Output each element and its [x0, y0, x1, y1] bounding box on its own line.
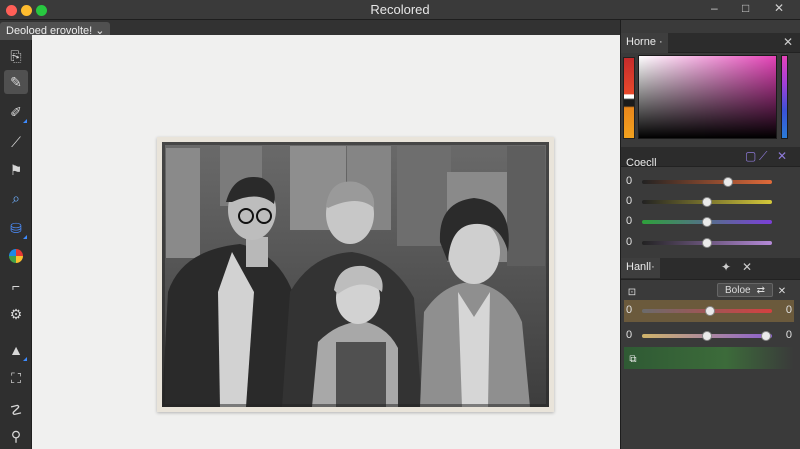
crop-icon[interactable]: ⌐: [4, 274, 28, 298]
channel-slider-knob[interactable]: [702, 217, 712, 227]
photo-image: [157, 137, 554, 412]
close-icon[interactable]: ✕: [783, 35, 793, 49]
close-icon[interactable]: ✕: [777, 149, 787, 163]
mode-button[interactable]: Boloe ⇄: [717, 283, 773, 297]
hsl-slider-0[interactable]: 00: [622, 304, 792, 318]
hsl-slider-knob[interactable]: [702, 331, 712, 341]
channel-slider-0[interactable]: 0: [622, 175, 792, 189]
lock-icon[interactable]: ⊡: [625, 285, 639, 299]
channel-slider-track[interactable]: [642, 197, 772, 207]
transform-icon[interactable]: ⛶: [4, 366, 28, 390]
swap-icon: ⇄: [756, 284, 765, 296]
close-icon[interactable]: ✕: [774, 1, 784, 15]
submenu-indicator: [23, 235, 27, 239]
hsl-slider-value-right: 0: [785, 304, 792, 316]
hsl-panel-header: Hanll· ✦ ✕: [621, 258, 800, 280]
bucket-glyph: ⛁: [10, 219, 22, 236]
new-channel-icon[interactable]: ▢: [745, 149, 756, 163]
maximize-icon[interactable]: □: [742, 1, 749, 15]
gradient-ramp: [624, 347, 794, 369]
color-wheel-icon[interactable]: [4, 244, 28, 268]
close-icon[interactable]: ✕: [742, 260, 752, 274]
channel-slider-1[interactable]: 0: [622, 195, 792, 209]
hsl-slider-value-right: 0: [785, 329, 792, 341]
channels-panel-title: Coecll: [626, 157, 657, 169]
magnify-icon[interactable]: ⌕: [4, 186, 28, 210]
channel-slider-knob[interactable]: [702, 197, 712, 207]
title-bar: Recolored – □ ✕: [0, 0, 800, 20]
channel-slider-track[interactable]: [642, 238, 772, 248]
channel-slider-value: 0: [626, 215, 633, 227]
hsl-slider-1[interactable]: 00: [622, 329, 792, 343]
flag-icon[interactable]: ⚑: [4, 158, 28, 182]
mode-button-label: Boloe: [725, 284, 751, 296]
eraser-glyph: ✐: [10, 103, 22, 120]
hsl-slider-value: 0: [626, 304, 633, 316]
zoom-icon[interactable]: ⚲: [4, 424, 28, 448]
color-picker-square[interactable]: [638, 55, 777, 139]
hsl-slider-knob-2[interactable]: [760, 331, 771, 341]
hsl-slider-track[interactable]: [642, 306, 772, 316]
family-photo-illustration: [162, 142, 549, 407]
color-wheel-icon-svg: [9, 249, 23, 263]
channels-panel-header: Coecll ▢ ⟋ ✕: [621, 147, 800, 169]
minimize-icon[interactable]: –: [711, 1, 718, 15]
channel-slider-knob[interactable]: [722, 177, 733, 187]
color-swatch-strip[interactable]: [623, 57, 635, 139]
tool-palette: ⎘ ✎ ✐ ⟋ ⚑ ⌕ ⛁ ⌐ ⚙ ▲ ⛶ ☡ ⚲: [0, 40, 32, 449]
channel-slider-2[interactable]: 0: [622, 215, 792, 229]
color-panel-tab[interactable]: Horne ·: [621, 33, 668, 53]
triangle-glyph: ▲: [9, 342, 23, 358]
channel-slider-value: 0: [626, 175, 633, 187]
edit-icon[interactable]: ⟋: [759, 149, 767, 164]
hsl-slider-knob[interactable]: [704, 306, 715, 316]
channel-slider-3[interactable]: 0: [622, 236, 792, 250]
hue-slider[interactable]: [781, 55, 788, 139]
window-title: Recolored: [370, 2, 430, 17]
channel-slider-value: 0: [626, 236, 633, 248]
dropper-icon[interactable]: ⟋: [4, 130, 28, 154]
hsl-slider-value: 0: [626, 329, 633, 341]
pin-icon[interactable]: ✦: [721, 260, 731, 274]
hsl-panel-tab[interactable]: Hanll·: [621, 258, 660, 278]
gear-icon[interactable]: ⚙: [4, 302, 28, 326]
brush-icon[interactable]: ✎: [4, 70, 28, 94]
channel-slider-track[interactable]: [642, 217, 772, 227]
submenu-indicator: [23, 357, 27, 361]
lasso-icon[interactable]: ☡: [4, 398, 28, 422]
paint-bucket-icon[interactable]: ⛁: [4, 216, 28, 240]
canvas[interactable]: [32, 35, 620, 449]
channel-slider-track[interactable]: [642, 177, 772, 187]
brush-glyph: ✎: [10, 73, 22, 90]
submenu-indicator: [23, 119, 27, 123]
document-icon[interactable]: ⎘: [4, 44, 28, 68]
hsl-slider-track[interactable]: [642, 331, 772, 341]
eraser-icon[interactable]: ✐: [4, 100, 28, 124]
layer-icon[interactable]: ⧉: [626, 352, 640, 366]
channel-slider-value: 0: [626, 195, 633, 207]
color-panel-header: Horne · ✕: [621, 33, 800, 53]
triangle-icon[interactable]: ▲: [4, 338, 28, 362]
channel-slider-knob[interactable]: [702, 238, 712, 248]
close-icon[interactable]: ✕: [776, 284, 788, 298]
